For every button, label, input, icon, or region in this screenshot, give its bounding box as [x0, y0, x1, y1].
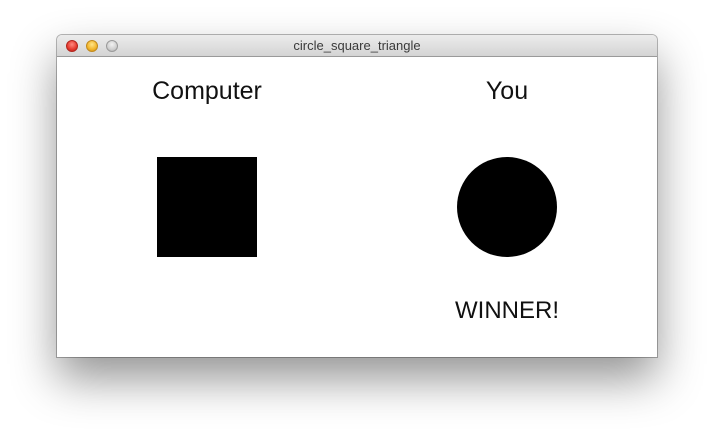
player-circle-shape	[457, 157, 557, 257]
game-canvas: Computer You WINNER!	[57, 57, 657, 357]
title-bar[interactable]: circle_square_triangle	[57, 35, 657, 57]
app-window: circle_square_triangle Computer You WINN…	[57, 35, 657, 357]
computer-square-shape	[157, 157, 257, 257]
computer-label: Computer	[152, 77, 262, 105]
window-title: circle_square_triangle	[293, 38, 421, 53]
player-label: You	[485, 77, 529, 105]
result-text: WINNER!	[455, 297, 559, 324]
